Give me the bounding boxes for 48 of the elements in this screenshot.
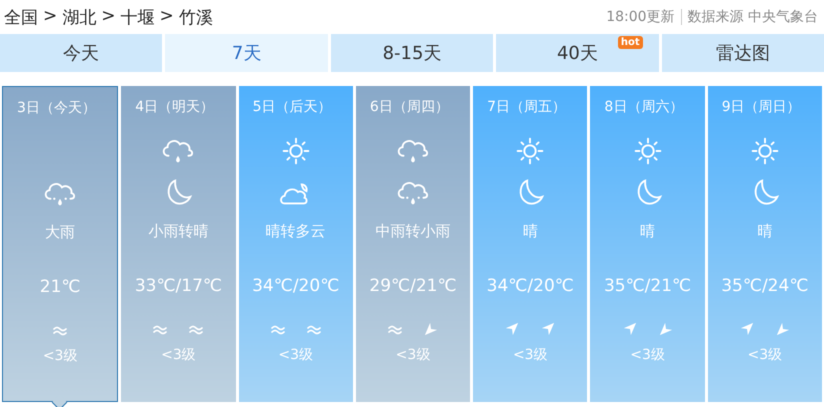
breadcrumb-separator: > bbox=[160, 6, 174, 28]
wind-level: <3级 bbox=[161, 346, 196, 364]
temperature: 34℃/20℃ bbox=[252, 276, 340, 298]
wind-level: <3级 bbox=[630, 346, 665, 364]
weather-text: 晴 bbox=[640, 222, 656, 242]
tab[interactable]: 7天 bbox=[165, 34, 328, 72]
breadcrumb-link[interactable]: 竹溪 bbox=[178, 6, 213, 28]
breadcrumb-separator: > bbox=[101, 6, 116, 28]
weather-text: 大雨 bbox=[45, 223, 76, 243]
weather-text: 晴转多云 bbox=[266, 222, 326, 242]
wind-level: <3级 bbox=[512, 346, 548, 364]
hot-badge: hot bbox=[618, 36, 643, 49]
wind-level: <3级 bbox=[278, 346, 314, 364]
breadcrumb-link[interactable]: 湖北 bbox=[62, 6, 96, 28]
day-date: 8日（周六） bbox=[603, 98, 684, 117]
weather-text: 小雨转晴 bbox=[148, 222, 208, 242]
tab[interactable]: 今天 bbox=[0, 34, 162, 72]
tab[interactable]: 40天 hot bbox=[496, 34, 659, 72]
temperature: 34℃/20℃ bbox=[486, 276, 574, 298]
breadcrumb-separator: > bbox=[43, 6, 58, 28]
wind-level: <3级 bbox=[748, 346, 782, 364]
day-date: 7日（周五） bbox=[486, 98, 566, 117]
breadcrumb-link[interactable]: 全国 bbox=[4, 6, 38, 28]
wind-direction-icon bbox=[658, 322, 674, 336]
wind-direction-icon bbox=[540, 322, 556, 336]
wind-direction-icon bbox=[774, 322, 791, 336]
wind-level: <3级 bbox=[396, 346, 430, 364]
day-date: 4日（明天） bbox=[134, 98, 214, 117]
data-source: 数据来源 中央气象台 bbox=[688, 8, 818, 26]
weather-text: 晴 bbox=[757, 222, 772, 242]
temperature: 21℃ bbox=[40, 277, 80, 299]
temperature: 29℃/21℃ bbox=[369, 276, 457, 298]
temperature: 35℃/21℃ bbox=[604, 276, 692, 298]
tab[interactable]: 8-15天 bbox=[330, 34, 494, 72]
day-date: 5日（后天） bbox=[252, 98, 332, 117]
day-date: 3日（今天） bbox=[16, 99, 96, 118]
day-date: 6日（周四） bbox=[368, 98, 449, 117]
day-date: 9日（周日） bbox=[720, 98, 801, 117]
update-time: 18:00更新 bbox=[606, 8, 675, 26]
weather-text: 中雨转小雨 bbox=[375, 222, 450, 242]
weather-text: 晴 bbox=[522, 222, 538, 242]
wind-direction-icon bbox=[504, 322, 520, 336]
wind-direction-icon bbox=[422, 322, 439, 336]
temperature: 33℃/17℃ bbox=[134, 276, 222, 298]
temperature: 35℃/24℃ bbox=[721, 276, 808, 298]
tab[interactable]: 雷达图 bbox=[662, 34, 824, 72]
breadcrumb-link[interactable]: 十堰 bbox=[120, 6, 154, 28]
wind-level: <3级 bbox=[42, 347, 78, 365]
